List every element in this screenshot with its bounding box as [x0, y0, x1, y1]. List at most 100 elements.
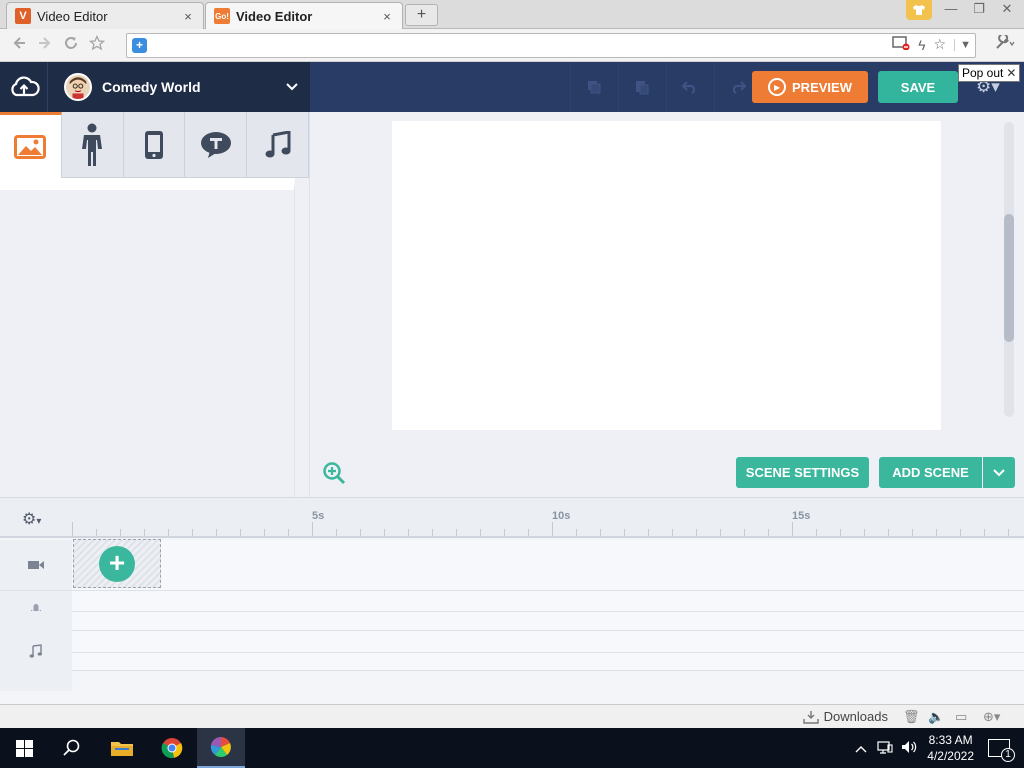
preview-button[interactable]: ▶ PREVIEW [752, 71, 868, 103]
blocked-popup-icon[interactable] [892, 36, 910, 53]
ruler-tick [936, 529, 937, 536]
scene-settings-button[interactable]: SCENE SETTINGS [736, 457, 869, 488]
preview-label: PREVIEW [792, 79, 852, 95]
tray-chevron-up-icon[interactable] [855, 741, 867, 756]
file-explorer-button[interactable] [98, 728, 146, 768]
new-tab-button[interactable]: + [405, 4, 438, 26]
close-tab-icon[interactable]: × [380, 9, 394, 24]
asset-library-panel [0, 112, 310, 497]
forward-icon[interactable] [32, 35, 58, 56]
timeline-ruler: ⚙▾ 5s 10s 15s [0, 498, 1024, 538]
ruler-tick [648, 529, 649, 536]
add-scene-dropdown[interactable] [983, 457, 1015, 488]
search-icon [63, 739, 80, 756]
reload-icon[interactable] [58, 35, 84, 56]
wrench-menu-icon[interactable] [994, 33, 1016, 54]
zoom-icon[interactable]: ⊕▾ [983, 709, 1000, 725]
zoom-in-icon[interactable] [322, 461, 346, 488]
flash-blocked-icon[interactable]: ϟ [918, 37, 925, 53]
scene-canvas[interactable] [392, 121, 941, 430]
ruler-tick [240, 529, 241, 536]
search-button[interactable] [48, 728, 96, 768]
save-button[interactable]: SAVE [878, 71, 958, 103]
add-scene-button[interactable]: ADD SCENE [879, 457, 982, 488]
trash-icon[interactable]: 🗑 [903, 709, 920, 725]
ruler-ticks [72, 522, 1024, 536]
ruler-tick [840, 529, 841, 536]
tab-characters[interactable] [61, 112, 124, 178]
notification-count: 1 [1001, 748, 1015, 762]
tab-text[interactable] [185, 112, 248, 178]
browser-toolbar: + ϟ ☆ ▼ [0, 29, 1024, 62]
undo-icon[interactable] [666, 62, 712, 112]
tab-music[interactable] [247, 112, 309, 178]
theme-avatar[interactable] [64, 73, 92, 101]
ruler-tick [816, 529, 817, 536]
start-button[interactable] [0, 728, 48, 768]
ruler-tick [864, 529, 865, 536]
site-info-icon[interactable]: + [132, 38, 147, 53]
image-icon [14, 134, 47, 159]
address-bar[interactable]: + ϟ ☆ ▼ [126, 33, 976, 58]
extension-icon[interactable] [906, 0, 932, 20]
tab-props[interactable] [123, 112, 186, 178]
popout-tooltip[interactable]: Pop out ✕ [958, 64, 1021, 82]
stage-scrollbar-thumb[interactable] [1004, 214, 1014, 342]
music-note-icon [265, 130, 291, 157]
ruler-tick [600, 529, 601, 536]
notification-center-icon[interactable]: 1 [988, 739, 1015, 762]
downloads-icon [802, 710, 819, 724]
address-dropdown-icon[interactable]: ▼ [954, 38, 971, 51]
bookmark-page-icon[interactable]: ☆ [934, 36, 947, 53]
bookmark-star-icon[interactable] [84, 34, 110, 56]
clock[interactable]: 8:33 AM 4/2/2022 [927, 732, 974, 764]
paste-icon[interactable] [618, 62, 664, 112]
browser-tab-2[interactable]: Go! Video Editor × [205, 2, 403, 29]
copy-icon[interactable] [570, 62, 616, 112]
volume-icon[interactable] [901, 740, 917, 757]
tab-backgrounds[interactable] [0, 112, 62, 178]
ruler-tick [408, 529, 409, 536]
header-left: Comedy World [0, 62, 310, 112]
asset-list [0, 178, 295, 497]
window-icon[interactable]: ▭ [955, 709, 967, 725]
popout-label: Pop out [962, 66, 1004, 80]
music-lane[interactable] [72, 611, 1024, 691]
chevron-down-icon[interactable] [286, 80, 298, 94]
ruler-tick [96, 529, 97, 536]
speaker-icon[interactable]: 🔈 [928, 709, 944, 725]
video-icon [0, 540, 72, 590]
add-scene-slot[interactable]: + [73, 539, 161, 588]
network-icon[interactable] [877, 740, 893, 757]
timeline-settings-gear-icon[interactable]: ⚙▾ [22, 509, 41, 529]
close-window-icon[interactable]: ✕ [998, 0, 1016, 18]
windows-taskbar: 8:33 AM 4/2/2022 1 [0, 728, 1024, 768]
ruler-tick [120, 529, 121, 536]
stage-area: SCENE SETTINGS ADD SCENE [310, 112, 1024, 497]
ruler-tick [984, 529, 985, 536]
add-plus-icon[interactable]: + [99, 545, 135, 582]
ruler-tick [1008, 529, 1009, 536]
app-taskbar-button[interactable] [197, 728, 245, 768]
browser-tab-1[interactable]: V Video Editor × [6, 2, 204, 29]
close-tab-icon[interactable]: × [181, 9, 195, 24]
person-icon [82, 123, 103, 166]
ruler-tick [504, 529, 505, 536]
minimize-icon[interactable]: — [942, 0, 960, 18]
app-header: Comedy World ▶ PREVIEW SAVE ⚙▾ [0, 62, 1024, 112]
popout-close-icon[interactable]: ✕ [1006, 66, 1016, 80]
ruler-tick [456, 529, 457, 536]
chrome-taskbar-button[interactable] [148, 728, 196, 768]
category-tabs [0, 112, 309, 178]
downloads-button[interactable]: Downloads [802, 709, 888, 724]
clock-time: 8:33 AM [928, 733, 973, 747]
ruler-tick [336, 529, 337, 536]
stage-scrollbar[interactable] [1004, 122, 1014, 417]
back-icon[interactable] [6, 35, 32, 56]
ruler-tick [264, 529, 265, 536]
video-editor-favicon: V [15, 8, 31, 24]
upload-cloud-icon[interactable] [0, 62, 48, 112]
video-lane[interactable] [72, 540, 1024, 590]
maximize-icon[interactable]: ❐ [970, 0, 988, 18]
theme-name[interactable]: Comedy World [102, 79, 286, 95]
